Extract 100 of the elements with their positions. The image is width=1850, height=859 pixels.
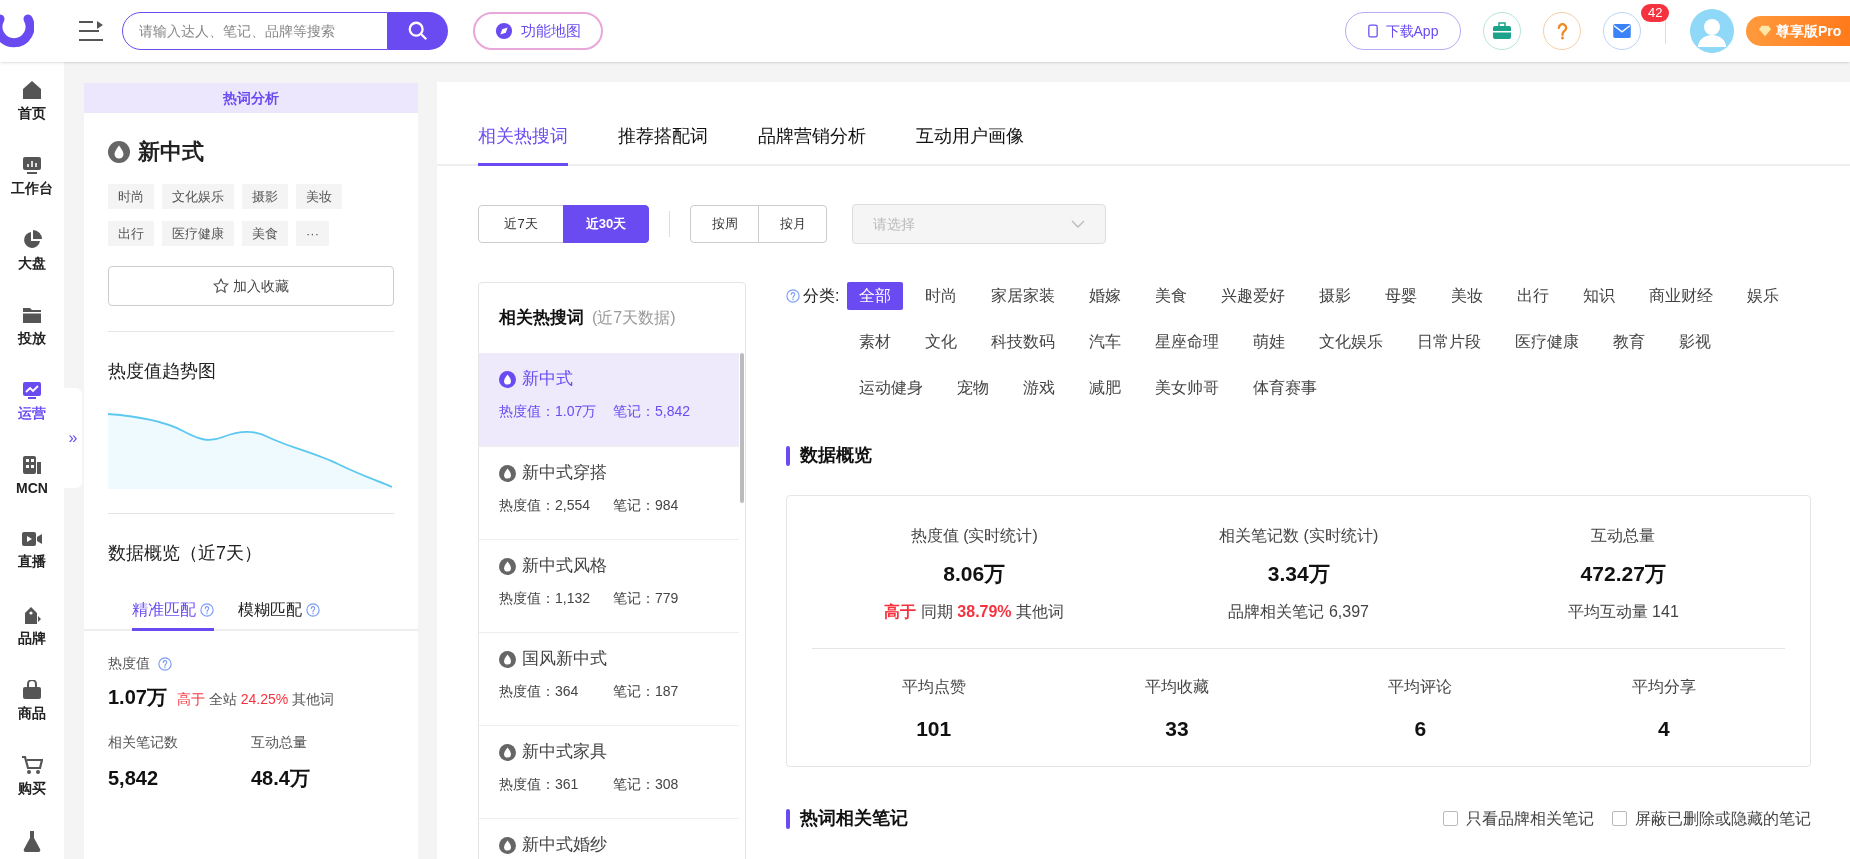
sidebar-item[interactable]: MCN — [0, 455, 64, 530]
category-filter[interactable]: 汽车 — [1077, 328, 1134, 356]
section-title: 热词相关笔记 — [800, 807, 908, 830]
category-filter[interactable]: 母婴 — [1373, 282, 1430, 310]
chevron-down-icon — [1071, 220, 1085, 228]
content-tab[interactable]: 相关热搜词 — [478, 110, 568, 166]
metric-label: 平均点赞 — [901, 676, 966, 697]
sidebar-item[interactable]: 商品 — [0, 680, 64, 755]
keyword-list-item[interactable]: 国风新中式 热度值：364 笔记：187 — [479, 632, 739, 725]
category-filter[interactable]: 文化 — [913, 328, 970, 356]
chart-title: 热度值趋势图 — [108, 360, 217, 383]
metric-label: 相关笔记数 — [108, 733, 179, 752]
content-tab[interactable]: 互动用户画像 — [916, 110, 1024, 166]
category-filter[interactable]: 商业财经 — [1637, 282, 1726, 310]
category-filter[interactable]: 全部 — [847, 282, 904, 310]
category-filter[interactable]: 时尚 — [913, 282, 970, 310]
category-filter[interactable]: 美女帅哥 — [1143, 374, 1232, 402]
keyword-list-item[interactable]: 新中式风格 热度值：1,132 笔记：779 — [479, 539, 739, 632]
category-filter[interactable]: 美食 — [1143, 282, 1200, 310]
list-title: 相关热搜词 — [499, 307, 584, 330]
search-button[interactable] — [388, 12, 448, 50]
category-filter[interactable]: 文化娱乐 — [1307, 328, 1396, 356]
phone-icon — [1367, 24, 1378, 38]
segment-button[interactable]: 近30天 — [563, 205, 649, 243]
segment-button[interactable]: 按周 — [690, 205, 759, 243]
category-filter[interactable]: 减肥 — [1077, 374, 1134, 402]
category-filter[interactable]: 科技数码 — [979, 328, 1068, 356]
metric-label: 相关笔记数 (实时统计) — [1219, 526, 1379, 546]
category-filter[interactable]: 游戏 — [1011, 374, 1068, 402]
metric-label: 热度值 (实时统计) — [910, 526, 1038, 546]
comparison-text: 高于 同期 38.79% 其他词 — [884, 601, 1065, 622]
metric-value: 33 — [1165, 715, 1189, 742]
category-filter[interactable]: 体育赛事 — [1241, 374, 1330, 402]
category-tag: 摄影 — [242, 184, 288, 209]
feature-map-button[interactable]: 功能地图 — [473, 12, 603, 50]
category-filter[interactable]: 家居家装 — [979, 282, 1068, 310]
category-filter[interactable]: 美妆 — [1439, 282, 1496, 310]
keyword-list-item[interactable]: 新中式穿搭 热度值：2,554 笔记：984 — [479, 446, 739, 539]
category-filter[interactable]: 娱乐 — [1735, 282, 1792, 310]
flame-icon — [499, 557, 516, 575]
expand-toggle[interactable]: » — [64, 387, 82, 488]
keyword-name: 新中式风格 — [522, 556, 607, 576]
sidebar-item[interactable]: 工作台 — [0, 155, 64, 230]
filter-checkbox[interactable]: 只看品牌相关笔记 — [1443, 806, 1595, 831]
note-count: 笔记：779 — [613, 589, 679, 608]
category-filter[interactable]: 医疗健康 — [1503, 328, 1592, 356]
flame-icon — [499, 370, 516, 388]
match-tab[interactable]: 精准匹配 — [132, 591, 214, 631]
heat-value: 热度值：361 — [499, 775, 580, 794]
add-favorite-button[interactable]: 加入收藏 — [108, 266, 394, 306]
metric-value: 472.27万 — [1580, 561, 1666, 587]
category-filter[interactable]: 星座命理 — [1143, 328, 1232, 356]
sidebar-item[interactable]: 直播 — [0, 530, 64, 605]
metric-label: 热度值 — [108, 654, 150, 673]
shopping-bag-icon — [22, 680, 42, 700]
note-count: 笔记：984 — [613, 496, 679, 515]
keyword-name: 新中式穿搭 — [522, 463, 607, 483]
sidebar-item[interactable]: 大盘 — [0, 230, 64, 305]
pie-chart-icon — [22, 230, 42, 250]
category-filter[interactable]: 知识 — [1571, 282, 1628, 310]
category-filter[interactable]: 运动健身 — [847, 374, 936, 402]
diamond-icon — [1758, 25, 1772, 37]
segment-button[interactable]: 近7天 — [478, 205, 564, 243]
category-filter[interactable]: 摄影 — [1307, 282, 1364, 310]
sidebar-item[interactable]: 购买 — [0, 755, 64, 830]
category-filter[interactable]: 素材 — [847, 328, 904, 356]
keyword-list-item[interactable]: 新中式 热度值：1.07万 笔记：5,842 — [479, 353, 739, 446]
metric-label: 平均收藏 — [1145, 676, 1210, 697]
category-filter[interactable]: 教育 — [1601, 328, 1658, 356]
briefcase-icon — [1492, 22, 1512, 40]
category-filter[interactable]: 影视 — [1667, 328, 1724, 356]
category-filter[interactable]: 萌娃 — [1241, 328, 1298, 356]
content-tab[interactable]: 品牌营销分析 — [758, 110, 866, 166]
category-filter[interactable]: 兴趣爱好 — [1209, 282, 1298, 310]
metric-label: 平均评论 — [1388, 676, 1453, 697]
content-tab[interactable]: 推荐搭配词 — [618, 110, 708, 166]
sidebar-item[interactable]: 首页 — [0, 80, 64, 155]
match-tab[interactable]: 模糊匹配 — [238, 591, 320, 631]
metric-value: 5,842 — [108, 766, 160, 791]
category-filter[interactable]: 出行 — [1505, 282, 1562, 310]
metric-value: 3.34万 — [1267, 561, 1330, 587]
keyword-list-item[interactable]: 新中式婚纱 — [479, 818, 739, 859]
flame-icon — [499, 836, 516, 854]
help-icon — [1556, 22, 1568, 40]
keyword-list-item[interactable]: 新中式家具 热度值：361 笔记：308 — [479, 725, 739, 818]
category-filter[interactable]: 日常片段 — [1405, 328, 1494, 356]
filter-checkbox[interactable]: 屏蔽已删除或隐藏的笔记 — [1612, 806, 1812, 831]
flame-icon — [499, 743, 516, 761]
sidebar-item[interactable]: 运营 — [0, 380, 64, 455]
category-tag: 出行 — [108, 221, 154, 246]
section-title: 数据概览（近7天） — [108, 542, 263, 565]
sidebar-item[interactable]: 品牌 — [0, 605, 64, 680]
segment-button[interactable]: 按月 — [758, 205, 827, 243]
search-field[interactable]: 请输入达人、笔记、品牌等搜索 — [122, 12, 388, 50]
category-filter[interactable]: 婚嫁 — [1077, 282, 1134, 310]
category-filter[interactable]: 宠物 — [945, 374, 1002, 402]
heat-value: 热度值：364 — [499, 682, 580, 701]
sidebar-item[interactable]: 投放 — [0, 305, 64, 380]
menu-icon[interactable] — [78, 20, 104, 42]
category-tag: ··· — [296, 221, 329, 246]
